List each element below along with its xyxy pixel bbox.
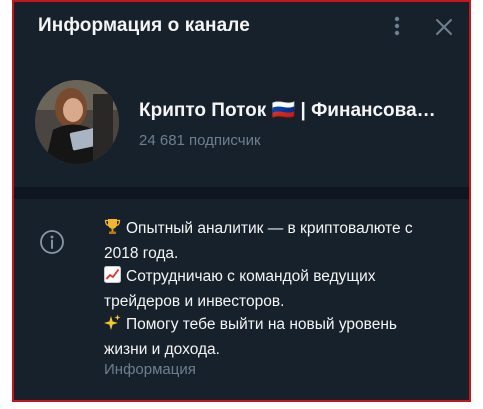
- bio-line: Опытный аналитик — в криптовалюте с: [104, 217, 454, 242]
- sparkles-icon: [104, 314, 121, 338]
- bio-text: 2018 года.: [104, 245, 179, 262]
- description-label: Информация: [104, 361, 196, 378]
- bio-text: Сотрудничаю с командой ведущих: [126, 268, 376, 285]
- subscriber-count: 24 681 подписчик: [139, 132, 261, 149]
- channel-name: Крипто Поток 🇷🇺 | Финансова…: [139, 100, 436, 121]
- avatar-photo-icon: [35, 80, 119, 164]
- channel-info-panel: Информация о канале Крипто Поток 🇷🇺 | Фи…: [12, 0, 471, 402]
- channel-description: Опытный аналитик — в криптовалюте с 2018…: [104, 217, 454, 361]
- section-divider: [14, 187, 469, 199]
- channel-avatar[interactable]: [35, 80, 119, 164]
- bio-line: трейдеров и инвесторов.: [104, 290, 454, 313]
- channel-description-section: Опытный аналитик — в криптовалюте с 2018…: [14, 199, 469, 399]
- close-icon: [436, 19, 452, 35]
- bio-line: 2018 года.: [104, 242, 454, 265]
- chart-increasing-icon: [104, 266, 121, 290]
- bio-line: Сотрудничаю с командой ведущих: [104, 265, 454, 290]
- more-options-button[interactable]: [390, 14, 404, 38]
- more-vertical-icon: [394, 16, 400, 36]
- info-icon: [40, 230, 64, 254]
- trophy-icon: [104, 218, 121, 242]
- channel-profile: Крипто Поток 🇷🇺 | Финансова… 24 681 подп…: [14, 72, 469, 182]
- bio-text: трейдеров и инвесторов.: [104, 293, 285, 310]
- close-button[interactable]: [434, 17, 454, 37]
- bio-line: жизни и дохода.: [104, 338, 454, 361]
- bio-text: Опытный аналитик — в криптовалюте с: [126, 220, 413, 237]
- panel-header: Информация о канале: [14, 2, 469, 54]
- bio-text: Помогу тебе выйти на новый уровень: [126, 316, 397, 333]
- bio-text: жизни и дохода.: [104, 341, 220, 358]
- bio-line: Помогу тебе выйти на новый уровень: [104, 313, 454, 338]
- panel-title: Информация о канале: [38, 15, 250, 36]
